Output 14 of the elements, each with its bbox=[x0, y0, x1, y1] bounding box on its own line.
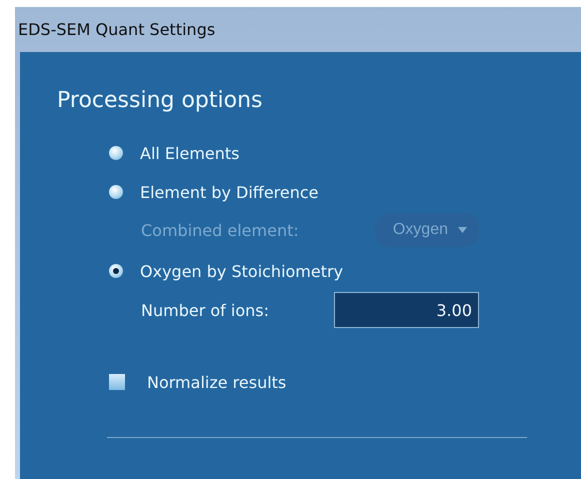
option-label: Oxygen by Stoichiometry bbox=[140, 262, 344, 280]
checkbox-label: Normalize results bbox=[147, 372, 286, 392]
field-label: Number of ions: bbox=[141, 300, 269, 320]
radio-button[interactable] bbox=[109, 146, 123, 160]
checkbox[interactable] bbox=[109, 374, 125, 390]
option-label: All Elements bbox=[140, 144, 240, 162]
radio-button[interactable] bbox=[109, 264, 123, 278]
radio-button[interactable] bbox=[109, 185, 123, 199]
field-label: Combined element: bbox=[141, 220, 299, 240]
window-title: EDS-SEM Quant Settings bbox=[17, 19, 216, 41]
caret-icon bbox=[458, 227, 467, 233]
option-label: Element by Difference bbox=[140, 182, 319, 202]
section-heading: Processing options bbox=[57, 88, 262, 113]
ions-input[interactable]: 3.00 bbox=[334, 292, 479, 328]
